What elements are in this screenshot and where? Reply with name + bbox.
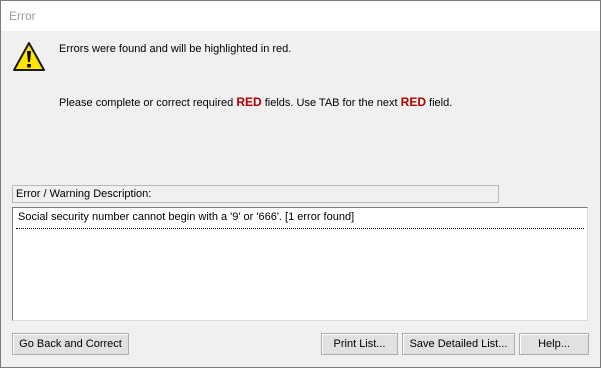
list-item[interactable]: Social security number cannot begin with…	[13, 208, 587, 225]
title-bar[interactable]: Error	[1, 1, 600, 31]
dialog-body: Errors were found and will be highlighte…	[1, 31, 600, 367]
instruction-part-3: field.	[426, 97, 453, 109]
error-list[interactable]: Social security number cannot begin with…	[12, 207, 588, 321]
save-detailed-list-button[interactable]: Save Detailed List...	[402, 333, 515, 355]
instruction-part-2: fields. Use TAB for the next	[261, 97, 401, 109]
error-summary-text: Errors were found and will be highlighte…	[59, 43, 292, 55]
red-label-1: RED	[236, 95, 262, 109]
error-dialog: Error Errors were found and will be high…	[0, 0, 601, 368]
window-title: Error	[9, 9, 36, 23]
red-label-2: RED	[400, 95, 426, 109]
instruction-text: Please complete or correct required RED …	[59, 95, 452, 109]
instruction-part-1: Please complete or correct required	[59, 97, 237, 109]
row-divider	[16, 228, 584, 229]
warning-icon	[12, 41, 46, 73]
print-list-button[interactable]: Print List...	[321, 333, 398, 355]
error-list-header: Error / Warning Description:	[12, 185, 499, 203]
help-button[interactable]: Help...	[519, 333, 589, 355]
go-back-button[interactable]: Go Back and Correct	[12, 333, 129, 355]
